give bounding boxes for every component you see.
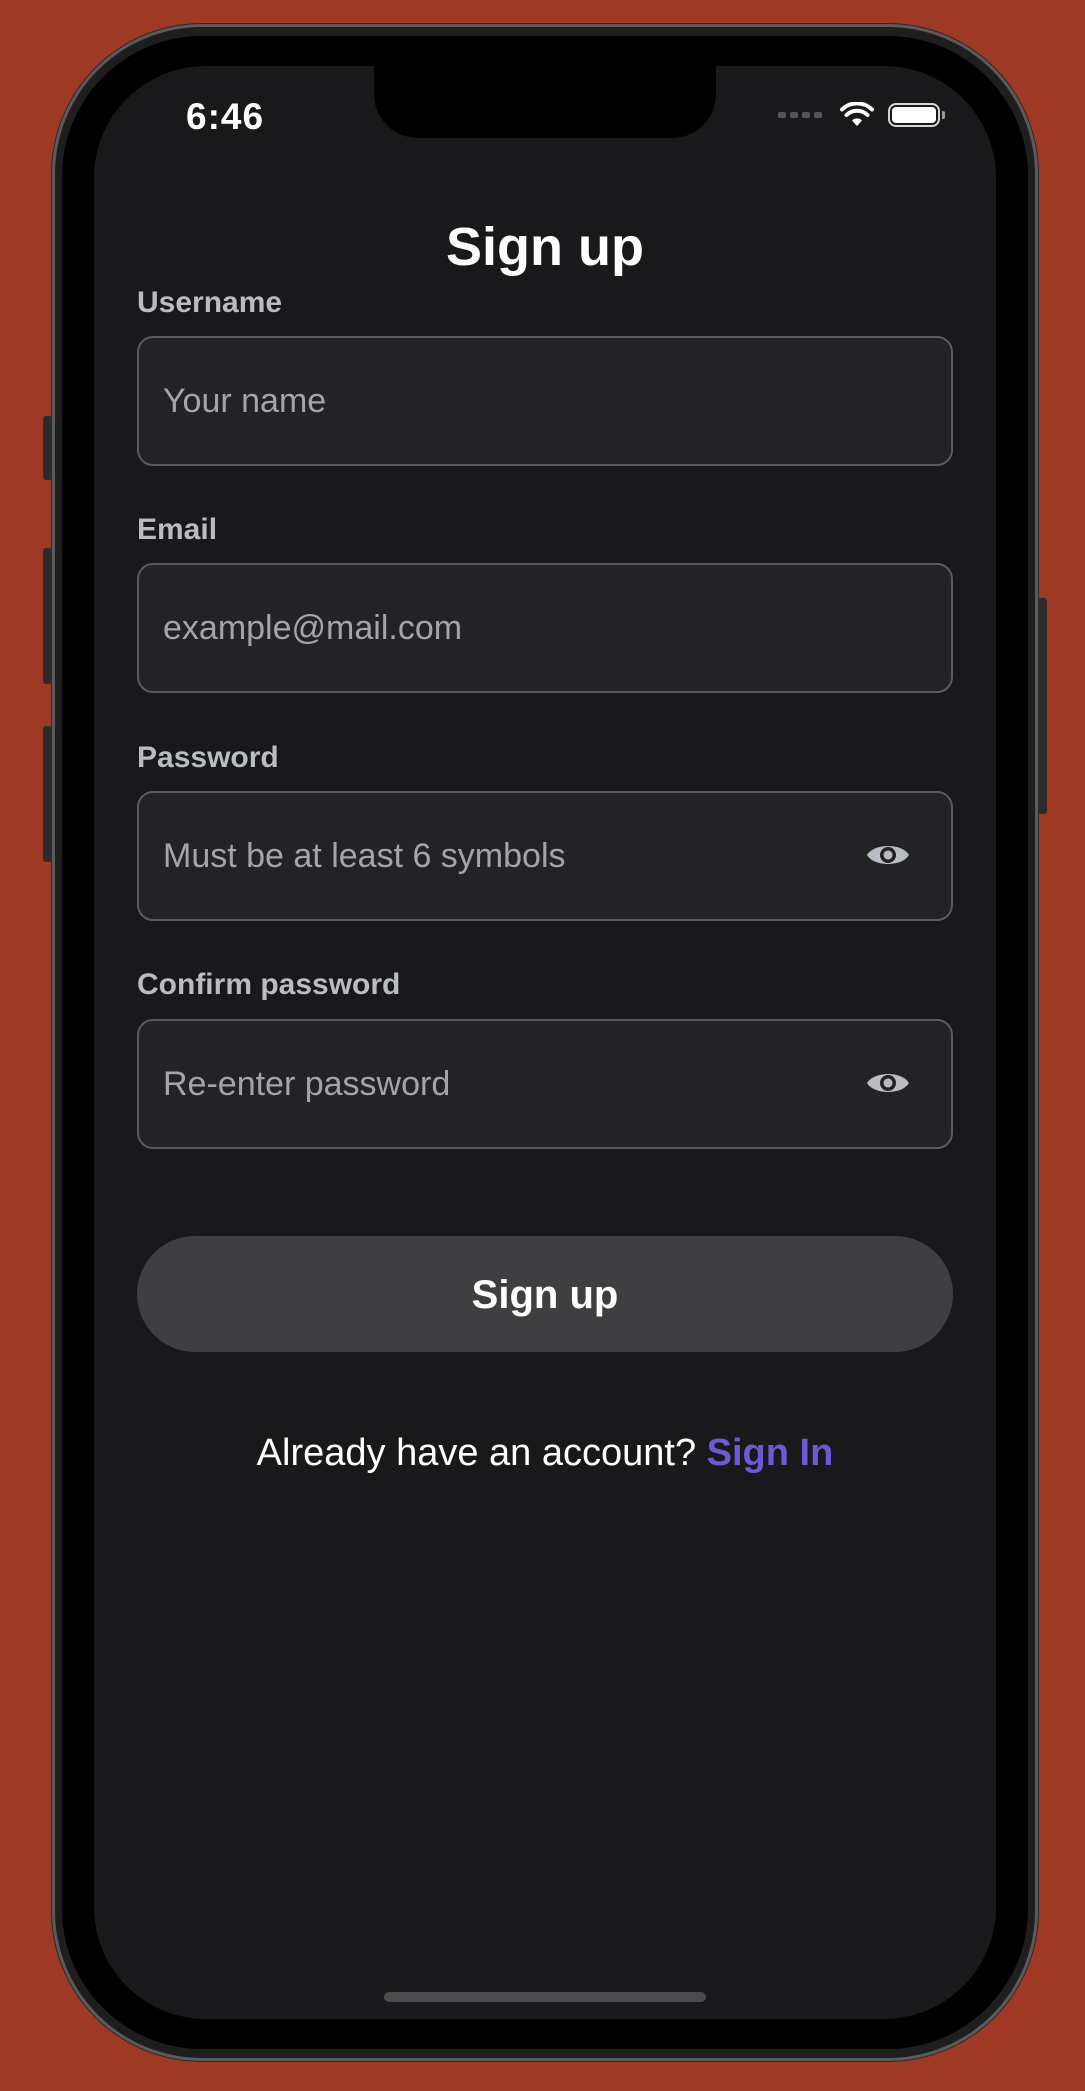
phone-volume-up-button <box>43 548 52 684</box>
email-field <box>137 563 953 693</box>
sign-in-link[interactable]: Sign In <box>707 1432 834 1474</box>
email-label: Email <box>137 513 218 546</box>
wifi-icon <box>840 102 874 126</box>
password-input[interactable] <box>163 793 863 919</box>
sign-in-prompt: Already have an account? Sign In <box>94 1432 996 1475</box>
phone-silent-switch <box>43 416 52 480</box>
password-field <box>137 791 953 921</box>
username-field <box>137 336 953 466</box>
email-input[interactable] <box>163 565 863 691</box>
confirm-password-field <box>137 1019 953 1149</box>
username-input[interactable] <box>163 338 863 464</box>
sign-up-button[interactable]: Sign up <box>137 1236 953 1352</box>
status-time: 6:46 <box>186 96 265 137</box>
cellular-signal-icon <box>778 112 822 118</box>
page-title: Sign up <box>446 217 644 277</box>
password-label: Password <box>137 741 279 774</box>
eye-icon[interactable] <box>865 1063 911 1103</box>
app-screen: 6:46 Sign up Username Email Password <box>94 66 996 2019</box>
phone-volume-down-button <box>43 726 52 862</box>
battery-icon <box>888 103 945 127</box>
confirm-password-label: Confirm password <box>137 968 401 1001</box>
confirm-password-input[interactable] <box>163 1021 863 1147</box>
phone-power-button <box>1038 598 1047 814</box>
username-label: Username <box>137 286 283 319</box>
eye-icon[interactable] <box>865 835 911 875</box>
sign-in-prompt-text: Already have an account? <box>256 1432 707 1474</box>
home-indicator[interactable] <box>384 1992 706 2002</box>
status-icons <box>778 102 945 128</box>
notch <box>374 66 716 138</box>
